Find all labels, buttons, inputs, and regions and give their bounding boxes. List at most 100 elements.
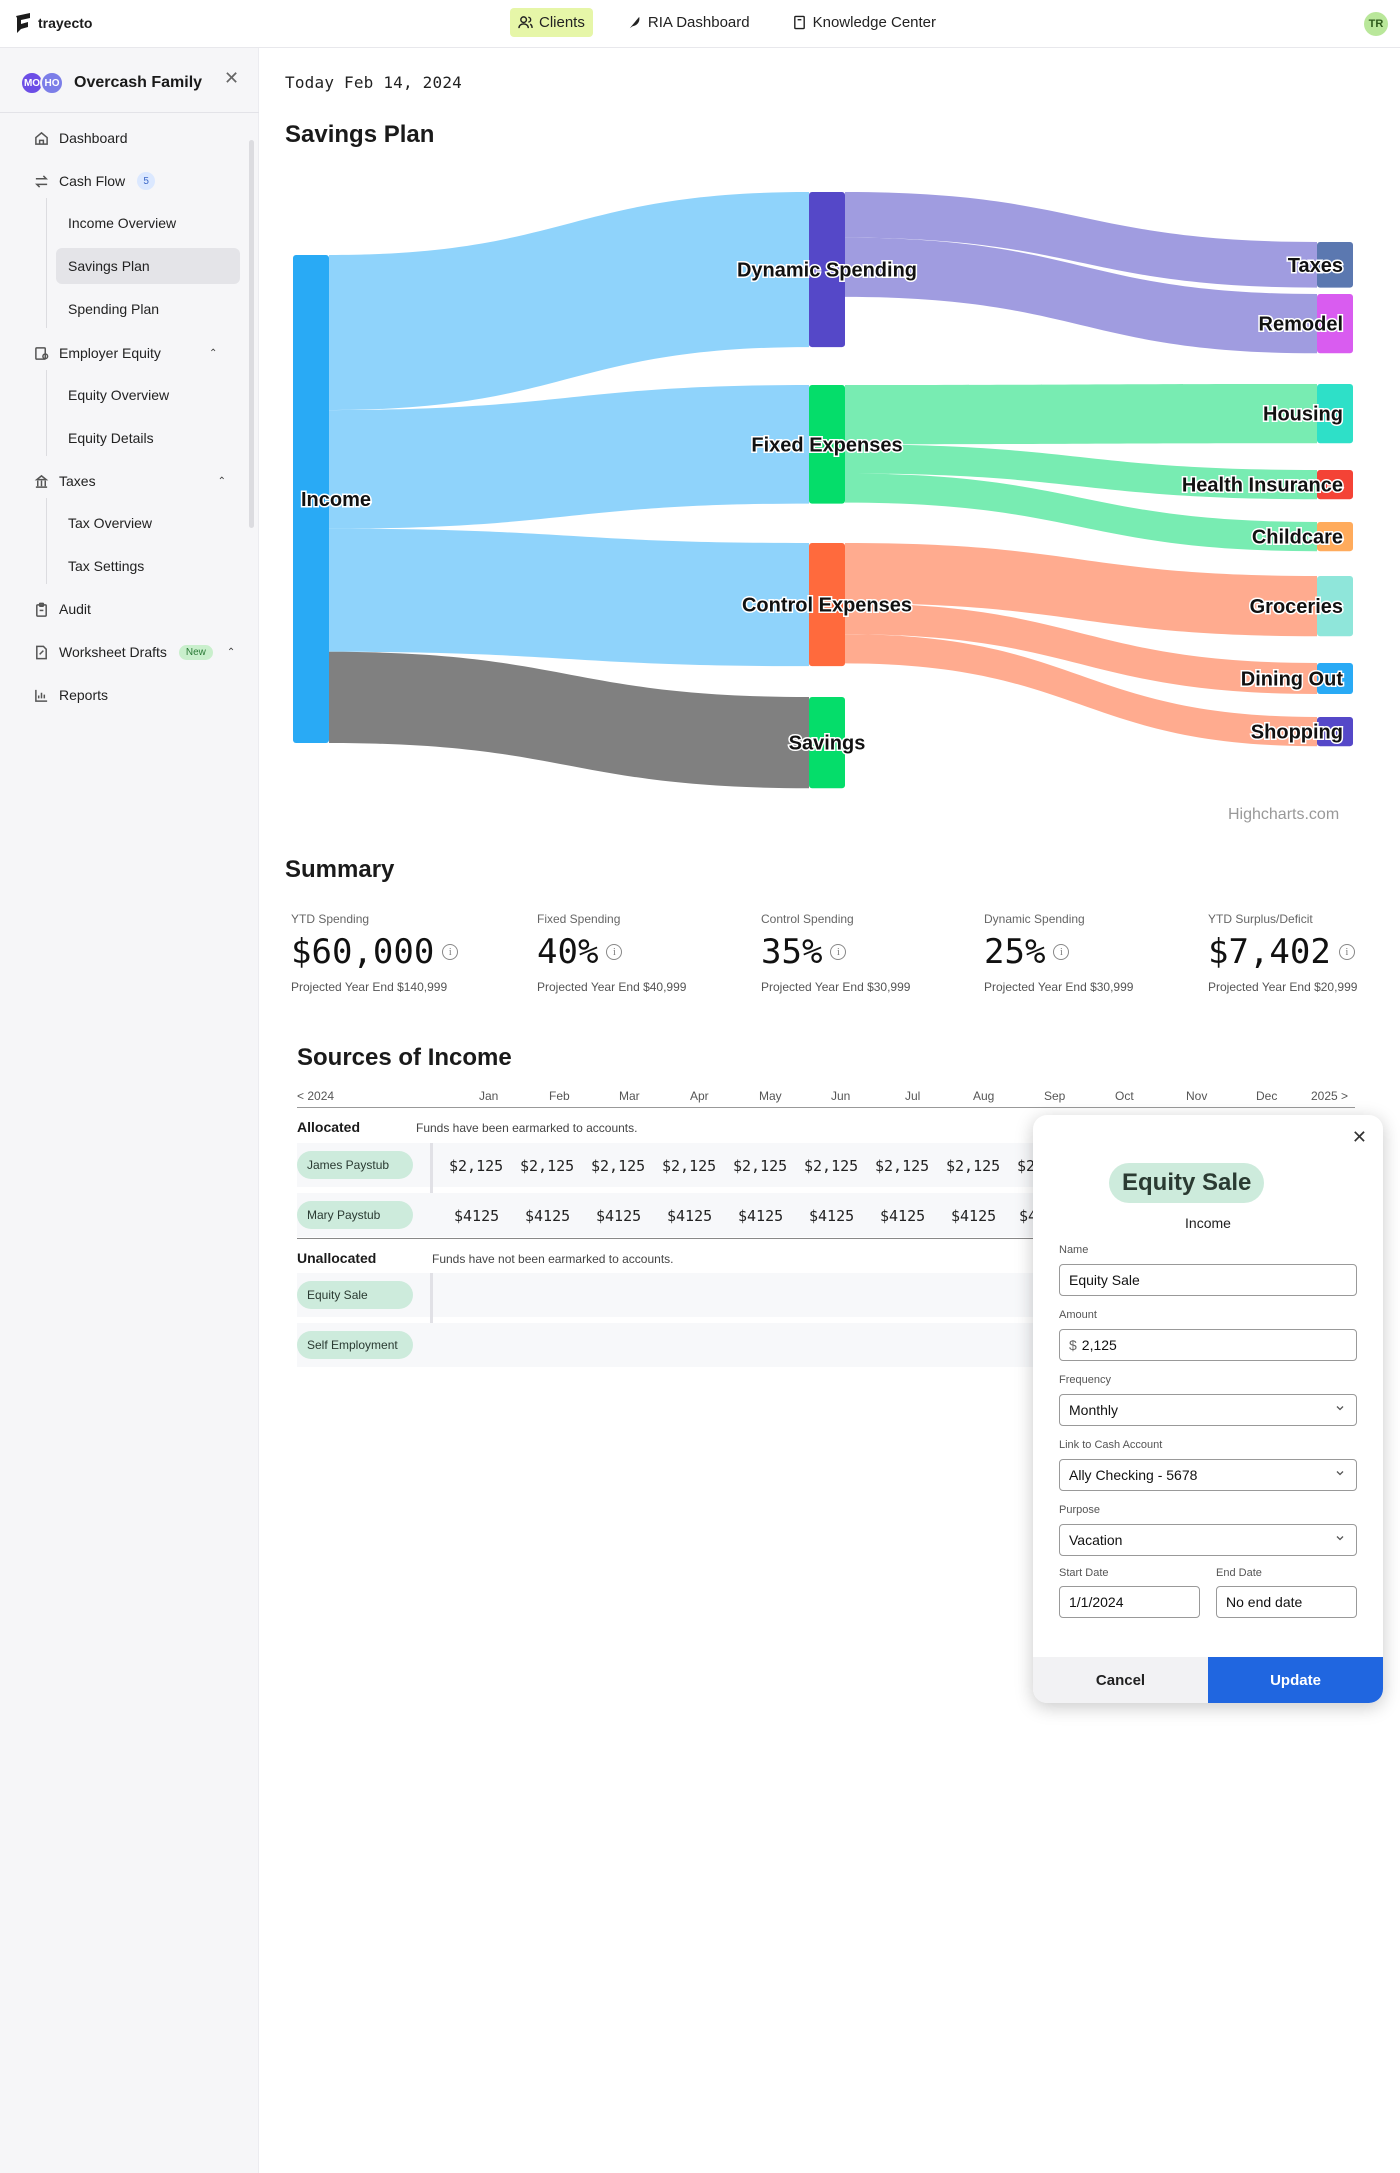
income-source-pill[interactable]: Self Employment [297, 1331, 413, 1359]
info-icon[interactable]: i [606, 944, 623, 960]
income-source-pill[interactable]: Equity Sale [297, 1281, 413, 1309]
user-avatar[interactable]: TR [1364, 12, 1388, 36]
allocated-note: Funds have been earmarked to accounts. [416, 1121, 638, 1135]
stat-projection: Projected Year End $30,999 [761, 980, 911, 994]
month-label: Mar [619, 1089, 640, 1103]
sidebar-item-worksheet-drafts[interactable]: Worksheet Drafts New ⌃ [34, 637, 235, 667]
nav-clients[interactable]: Clients [510, 8, 593, 37]
info-icon[interactable]: i [830, 944, 847, 960]
sidebar-item-label: Audit [59, 601, 91, 617]
table-cell[interactable]: $4125 [809, 1207, 854, 1225]
month-label: Apr [690, 1089, 709, 1103]
table-cell[interactable]: $4125 [454, 1207, 499, 1225]
sidebar-item-savings-plan[interactable]: Savings Plan [56, 248, 240, 284]
next-year-button[interactable]: 2025 > [1311, 1089, 1348, 1103]
update-button[interactable]: Update [1208, 1657, 1383, 1703]
sidebar-item-tax-settings[interactable]: Tax Settings [56, 548, 240, 584]
sidebar-item-audit[interactable]: Audit [34, 594, 91, 624]
info-icon[interactable]: i [1053, 944, 1070, 960]
nav-clients-label: Clients [539, 14, 585, 31]
table-cell[interactable]: $2,125 [662, 1157, 716, 1175]
app-logo[interactable]: trayecto [14, 12, 92, 34]
info-icon[interactable]: i [442, 944, 459, 960]
table-cell[interactable]: $4125 [738, 1207, 783, 1225]
end-date-label: End Date [1216, 1567, 1262, 1579]
sidebar-item-taxes[interactable]: Taxes ⌃ [34, 466, 226, 496]
sidebar-item-dashboard[interactable]: Dashboard [34, 123, 128, 153]
sankey-link[interactable] [329, 651, 809, 789]
sankey-node-label: Shopping [1251, 722, 1343, 744]
income-source-pill[interactable]: James Paystub [297, 1151, 413, 1179]
end-date-field[interactable]: No end date [1216, 1586, 1357, 1618]
unallocated-note: Funds have not been earmarked to account… [432, 1252, 674, 1266]
sankey-link[interactable] [329, 528, 809, 667]
sidebar-item-employer-equity[interactable]: Employer Equity ⌃ [34, 338, 217, 368]
sidebar-item-reports[interactable]: Reports [34, 680, 108, 710]
table-cell[interactable]: $4125 [525, 1207, 570, 1225]
table-cell[interactable]: $4125 [596, 1207, 641, 1225]
table-cell[interactable]: $2,125 [733, 1157, 787, 1175]
sidebar-item-label: Savings Plan [68, 258, 150, 274]
table-cell[interactable]: $2,125 [804, 1157, 858, 1175]
sources-title: Sources of Income [297, 1044, 512, 1071]
sidebar-item-label: Spending Plan [68, 301, 160, 317]
amount-label: Amount [1059, 1309, 1097, 1321]
stat-dynamic-spending: Dynamic Spending 25% i Projected Year End… [984, 912, 1133, 994]
sidebar-item-income-overview[interactable]: Income Overview [56, 205, 240, 241]
field-value: Vacation [1069, 1532, 1123, 1548]
sidebar-scrollbar[interactable] [249, 140, 254, 528]
building-icon [34, 474, 49, 488]
table-cell[interactable]: $4125 [880, 1207, 925, 1225]
sidebar-item-cash-flow[interactable]: Cash Flow 5 [34, 166, 156, 196]
sidebar-item-equity-overview[interactable]: Equity Overview [56, 377, 240, 413]
table-cell[interactable]: $4125 [951, 1207, 996, 1225]
table-cell[interactable]: $2,125 [946, 1157, 1000, 1175]
edit-income-modal: ✕ Equity Sale Income Name Equity Sale Am… [1033, 1115, 1383, 1703]
table-cell[interactable]: $2,125 [875, 1157, 929, 1175]
stat-label: Fixed Spending [537, 912, 621, 926]
table-cell[interactable]: $4125 [667, 1207, 712, 1225]
info-icon[interactable]: i [1338, 944, 1355, 960]
sidebar-item-equity-details[interactable]: Equity Details [56, 420, 240, 456]
income-source-pill[interactable]: Mary Paystub [297, 1201, 413, 1229]
chevron-up-icon[interactable]: ⌃ [209, 348, 217, 359]
prev-year-button[interactable]: < 2024 [297, 1089, 334, 1103]
document-icon [36, 645, 47, 659]
month-label: Feb [549, 1089, 570, 1103]
cancel-button[interactable]: Cancel [1033, 1657, 1208, 1703]
sankey-node-label: Dynamic Spending [737, 260, 917, 282]
name-field[interactable]: Equity Sale [1059, 1264, 1357, 1296]
start-date-field[interactable]: 1/1/2024 [1059, 1586, 1200, 1618]
sidebar-item-spending-plan[interactable]: Spending Plan [56, 291, 240, 327]
amount-field[interactable]: $2,125 [1059, 1329, 1357, 1361]
frequency-select[interactable]: Monthly [1059, 1394, 1357, 1426]
sidebar-item-label: Cash Flow [59, 173, 126, 189]
purpose-select[interactable]: Vacation [1059, 1524, 1357, 1556]
sankey-node-label: Childcare [1252, 527, 1343, 549]
table-cell[interactable]: $2,125 [449, 1157, 503, 1175]
close-icon[interactable]: ✕ [1352, 1127, 1367, 1148]
table-cell[interactable]: $2,125 [520, 1157, 574, 1175]
nav-ria-dashboard[interactable]: RIA Dashboard [619, 8, 758, 37]
account-select[interactable]: Ally Checking - 5678 [1059, 1459, 1357, 1491]
sankey-link[interactable] [329, 192, 809, 411]
stat-value: $7,402 [1208, 932, 1331, 972]
stat-value: 25% [984, 932, 1046, 972]
close-icon[interactable]: ✕ [224, 68, 239, 89]
sidebar-item-tax-overview[interactable]: Tax Overview [56, 505, 240, 541]
stat-label: Dynamic Spending [984, 912, 1085, 926]
modal-subtitle: Income [1185, 1215, 1231, 1231]
home-icon [35, 131, 48, 145]
stat-projection: Projected Year End $30,999 [984, 980, 1134, 994]
logo-icon [16, 13, 30, 33]
stat-fixed-spending: Fixed Spending 40% i Projected Year End $… [537, 912, 686, 994]
new-badge: New [178, 644, 213, 660]
chevron-up-icon[interactable]: ⌃ [218, 476, 226, 487]
chart-credit[interactable]: Highcharts.com [1228, 806, 1339, 824]
sankey-link[interactable] [845, 384, 1317, 445]
chevron-up-icon[interactable]: ⌃ [227, 647, 235, 658]
sankey-node-label: Income [301, 489, 371, 511]
nav-knowledge-center[interactable]: Knowledge Center [784, 8, 944, 37]
table-cell[interactable]: $2,125 [591, 1157, 645, 1175]
purpose-label: Purpose [1059, 1504, 1100, 1516]
